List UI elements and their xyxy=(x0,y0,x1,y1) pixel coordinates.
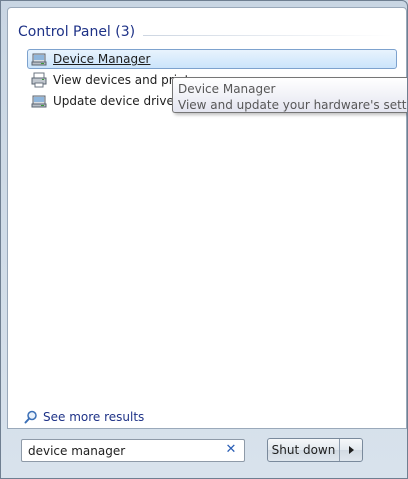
tooltip: Device Manager View and update your hard… xyxy=(172,77,407,113)
shutdown-button[interactable]: Shut down xyxy=(268,439,339,461)
result-item-label: Device Manager xyxy=(53,52,151,66)
result-item-label: Update device drivers xyxy=(53,94,186,108)
shutdown-options-button[interactable] xyxy=(339,439,362,461)
devices-printers-icon xyxy=(31,72,47,88)
group-divider xyxy=(143,35,393,36)
chevron-right-icon xyxy=(348,446,354,454)
shutdown-button-group: Shut down xyxy=(267,438,363,462)
tooltip-description: View and update your hardware's settings… xyxy=(178,98,407,112)
search-results-panel: Control Panel (3) Device Manager View de… xyxy=(7,7,407,429)
tooltip-title: Device Manager xyxy=(178,82,276,96)
search-box[interactable]: ✕ xyxy=(21,439,245,462)
group-title[interactable]: Control Panel (3) xyxy=(18,24,135,40)
device-drivers-icon xyxy=(31,95,47,108)
result-item-device-manager[interactable]: Device Manager xyxy=(27,49,397,69)
start-menu: Control Panel (3) Device Manager View de… xyxy=(0,0,408,479)
search-input[interactable] xyxy=(22,440,224,461)
device-manager-icon xyxy=(31,53,47,66)
see-more-results-link[interactable]: See more results xyxy=(24,410,144,424)
close-icon[interactable]: ✕ xyxy=(224,443,238,457)
search-icon xyxy=(24,410,37,424)
see-more-results-label: See more results xyxy=(43,410,145,424)
